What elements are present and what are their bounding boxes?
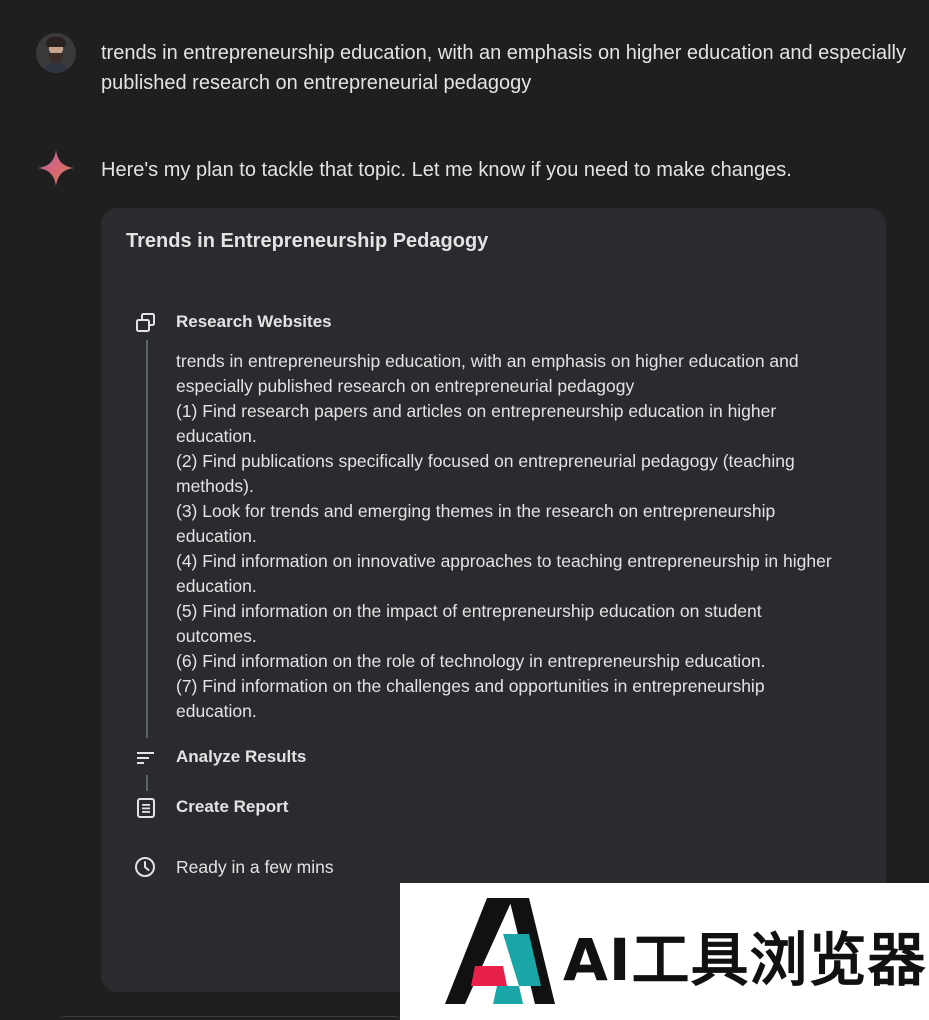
open-in-new-window-icon — [136, 313, 155, 332]
gemini-sparkle-icon — [38, 150, 74, 186]
plan-title: Trends in Entrepreneurship Pedagogy — [126, 230, 489, 252]
detail-line: (6) Find information on the role of tech… — [176, 651, 766, 671]
watermark-logo-icon — [445, 898, 555, 1004]
detail-line: (7) Find information on the challenges a… — [176, 676, 765, 696]
detail-line: methods). — [176, 476, 254, 496]
user-message: trends in entrepreneurship education, wi… — [101, 38, 929, 98]
detail-line: (3) Look for trends and emerging themes … — [176, 501, 776, 521]
detail-line: (1) Find research papers and articles on… — [176, 401, 777, 421]
detail-line: (5) Find information on the impact of en… — [176, 601, 762, 621]
research-websites-details: trends in entrepreneurship education, wi… — [176, 349, 866, 724]
ready-status: Ready in a few mins — [176, 857, 334, 877]
assistant-intro: Here's my plan to tackle that topic. Let… — [101, 159, 792, 181]
user-message-line-1: trends in entrepreneurship education, wi… — [101, 42, 906, 64]
detail-line: education. — [176, 526, 257, 546]
detail-line: (2) Find publications specifically focus… — [176, 451, 795, 471]
detail-line: (4) Find information on innovative appro… — [176, 551, 832, 571]
detail-line: trends in entrepreneurship education, wi… — [176, 351, 799, 371]
detail-line: education. — [176, 701, 257, 721]
step-create-report[interactable]: Create Report — [176, 797, 288, 817]
detail-line: education. — [176, 426, 257, 446]
timeline-connector — [146, 775, 148, 791]
step-analyze-results[interactable]: Analyze Results — [176, 747, 306, 767]
watermark-text: AI工具浏览器 — [563, 926, 927, 994]
user-message-line-2: published research on entrepreneurial pe… — [101, 72, 532, 94]
input-box-edge — [60, 1016, 400, 1020]
user-message-row — [36, 33, 76, 73]
sort-lines-icon — [137, 752, 154, 764]
step-research-websites[interactable]: Research Websites — [176, 312, 332, 332]
clock-icon — [135, 857, 155, 877]
timeline-connector — [146, 340, 148, 738]
document-icon — [137, 798, 155, 818]
watermark-banner: AI工具浏览器 — [400, 883, 929, 1020]
detail-line: outcomes. — [176, 626, 257, 646]
research-plan-card: Trends in Entrepreneurship Pedagogy Rese… — [101, 208, 886, 992]
detail-line: especially published research on entrepr… — [176, 376, 635, 396]
detail-line: education. — [176, 576, 257, 596]
user-avatar — [36, 33, 76, 73]
